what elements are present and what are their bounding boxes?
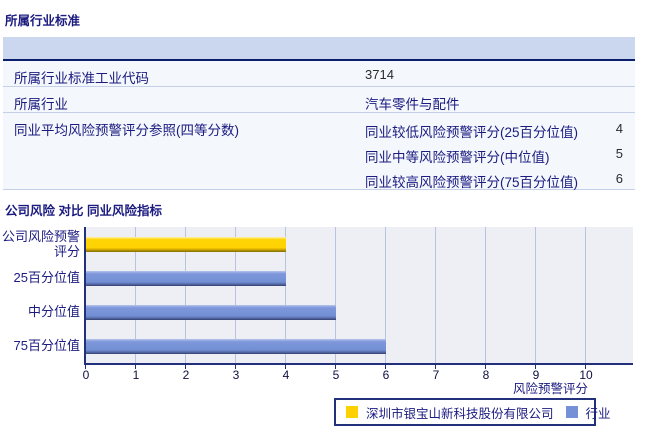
legend-swatch-company <box>346 406 358 418</box>
legend-label-industry: 行业 <box>585 406 611 421</box>
section-title-industry-standard: 所属行业标准 <box>5 14 81 28</box>
table-row: 所属行业标准工业代码 3714 <box>3 61 635 87</box>
x-tick-label-8: 8 <box>482 368 490 382</box>
subrow-label: 同业中等风险预警评分(中位值) <box>365 150 550 165</box>
bar-75百分位值 <box>86 339 386 354</box>
x-tick-label-2: 2 <box>182 368 190 382</box>
y-axis-label-0: 公司风险预警评分 <box>1 228 80 259</box>
legend-swatch-industry <box>565 406 578 418</box>
report-page: 所属行业标准 所属行业标准工业代码 3714 所属行业 汽车零件与配件 同业平均… <box>0 0 661 436</box>
subrow-75th-percentile: 同业较高风险预警评分(75百分位值) 6 <box>365 165 627 190</box>
chart-category-axis: 公司风险预警评分 25百分位值中分位值 75百分位值 <box>0 227 80 364</box>
y-axis-label-2: 中分位值 <box>27 304 80 320</box>
x-tick-label-5: 5 <box>332 368 340 382</box>
x-tick-label-10: 10 <box>579 368 593 382</box>
chart-x-axis-line <box>84 363 633 365</box>
subrow-value: 4 <box>615 121 623 136</box>
table-row-peer-scores: 同业平均风险预警评分参照(四等分数) 同业较低风险预警评分(25百分位值) 4 … <box>3 113 635 190</box>
industry-standard-table: 所属行业标准工业代码 3714 所属行业 汽车零件与配件 同业平均风险预警评分参… <box>3 37 635 190</box>
y-axis-label-1: 25百分位值 <box>13 270 80 286</box>
bar-中分位值 <box>86 305 336 320</box>
chart-x-axis-title: 风险预警评分 <box>512 382 588 396</box>
table-header-band <box>3 37 635 61</box>
section-title-risk-comparison: 公司风险 对比 同业风险指标 <box>5 204 162 218</box>
subrow-value: 6 <box>615 171 623 186</box>
legend-label-company: 深圳市银宝山新科技股份有限公司 <box>366 406 554 421</box>
subrow-25th-percentile: 同业较低风险预警评分(25百分位值) 4 <box>365 115 627 140</box>
row-label-peer-reference: 同业平均风险预警评分参照(四等分数) <box>14 123 239 138</box>
bar-25百分位值 <box>86 271 286 286</box>
gridline-9 <box>535 227 536 363</box>
x-tick-label-3: 3 <box>232 368 240 382</box>
chart-plot-area <box>86 227 633 363</box>
x-tick-label-4: 4 <box>282 368 290 382</box>
gridline-7 <box>435 227 436 363</box>
gridline-8 <box>485 227 486 363</box>
row-label-industry: 所属行业 <box>14 97 68 112</box>
x-tick-label-9: 9 <box>532 368 540 382</box>
bar-公司风险预警评分 <box>86 237 286 252</box>
row-value-industry: 汽车零件与配件 <box>365 97 460 112</box>
subrow-label: 同业较高风险预警评分(75百分位值) <box>365 175 579 190</box>
table-row: 所属行业 汽车零件与配件 <box>3 87 635 113</box>
row-label-sic-code: 所属行业标准工业代码 <box>14 71 149 86</box>
x-tick-label-1: 1 <box>132 368 140 382</box>
x-tick-label-6: 6 <box>382 368 390 382</box>
y-axis-label-3: 75百分位值 <box>13 338 80 354</box>
chart-legend: 深圳市银宝山新科技股份有限公司 行业 <box>334 398 611 426</box>
gridline-10 <box>585 227 586 363</box>
x-tick-label-7: 7 <box>432 368 440 382</box>
subrow-median: 同业中等风险预警评分(中位值) 5 <box>365 140 627 165</box>
subrow-value: 5 <box>615 146 623 161</box>
subrow-label: 同业较低风险预警评分(25百分位值) <box>365 125 579 140</box>
x-tick-label-0: 0 <box>82 368 90 382</box>
row-value-sic-code: 3714 <box>365 67 394 82</box>
